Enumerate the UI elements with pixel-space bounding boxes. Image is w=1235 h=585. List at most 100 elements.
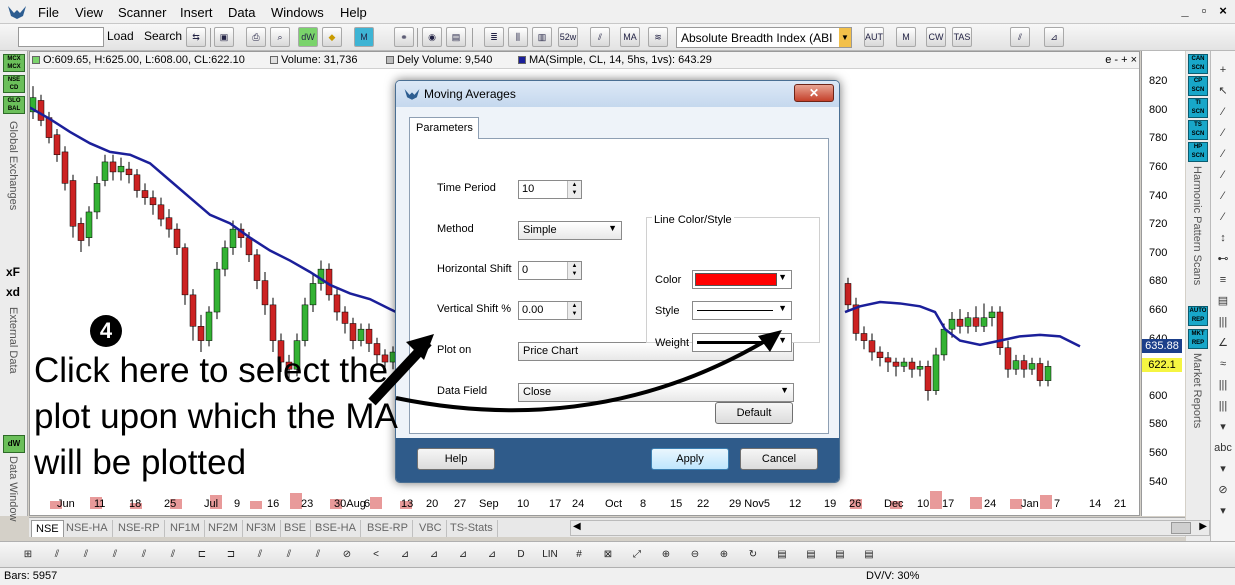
data-window-badge[interactable]: dW: [3, 435, 25, 453]
chevron-down-icon[interactable]: ▼: [778, 303, 787, 313]
spinner-arrows-icon[interactable]: ▲ ▼: [567, 262, 581, 279]
chevron-down-icon[interactable]: ▼: [839, 28, 851, 47]
tool-19-icon[interactable]: ▾: [1214, 460, 1232, 478]
tam-icon[interactable]: CW TAM: [926, 27, 946, 47]
scroll-left-icon[interactable]: ◀: [573, 521, 581, 532]
ts-scan-badge[interactable]: TS SCN: [1188, 120, 1208, 140]
tab-nse[interactable]: NSE: [31, 520, 64, 537]
menu-scanner[interactable]: Scanner: [118, 5, 166, 20]
horizontal-shift-spinner[interactable]: 0 ▲ ▼: [518, 261, 582, 280]
globe-icon[interactable]: ◉: [422, 27, 442, 47]
mcx-badge[interactable]: MCX MCX: [3, 54, 25, 72]
tool-16-icon[interactable]: |||: [1214, 397, 1232, 415]
price-axis[interactable]: 8208007807607407207006806606406206005805…: [1141, 51, 1185, 516]
search-button[interactable]: Search: [144, 29, 182, 43]
auto-report-badge[interactable]: AUTO REP: [1188, 306, 1208, 326]
drawing-tool-6-icon[interactable]: ⊏: [194, 547, 210, 563]
symbol-input[interactable]: [18, 27, 104, 47]
data-window-icon[interactable]: dW: [298, 27, 318, 47]
bar-chart-icon[interactable]: ≣: [484, 27, 504, 47]
spinner-arrows-icon[interactable]: ▲ ▼: [567, 181, 581, 198]
drawing-tool-10-icon[interactable]: ⫽: [310, 547, 326, 563]
tool-2-icon[interactable]: ⁄: [1214, 103, 1232, 121]
nse-cd-badge[interactable]: NSE CD: [3, 75, 25, 93]
drawing-tool-21-icon[interactable]: ⤢: [629, 547, 645, 563]
drawing-tool-22-icon[interactable]: ⊕: [658, 547, 674, 563]
xf-icon[interactable]: xF: [6, 265, 20, 279]
drawing-tool-15-icon[interactable]: ⊿: [455, 547, 471, 563]
global-exchanges-label[interactable]: Global Exchanges: [7, 121, 19, 210]
tab-bse-rp[interactable]: BSE-RP: [363, 520, 413, 537]
tool-3-icon[interactable]: ⁄: [1214, 124, 1232, 142]
menu-windows[interactable]: Windows: [271, 5, 324, 20]
print-icon[interactable]: ⎙: [246, 27, 266, 47]
tool-14-icon[interactable]: ≈: [1214, 355, 1232, 373]
load-button[interactable]: Load: [107, 29, 134, 43]
vertical-shift-spinner[interactable]: 0.00 ▲ ▼: [518, 301, 582, 320]
chart-zoom-controls[interactable]: e - + ×: [1105, 54, 1137, 66]
drawing-tool-18-icon[interactable]: LIN: [542, 547, 558, 563]
tab-vbc[interactable]: VBC: [415, 520, 447, 537]
drawing-tool-19-icon[interactable]: #: [571, 547, 587, 563]
drawing-tool-13-icon[interactable]: ⊿: [397, 547, 413, 563]
drawing-tool-2-icon[interactable]: ⫽: [78, 547, 94, 563]
volume-chart-icon[interactable]: ▥: [532, 27, 552, 47]
data-window-label[interactable]: Data Window: [7, 456, 19, 521]
drawing-tool-7-icon[interactable]: ⊐: [223, 547, 239, 563]
spinner-arrows-icon[interactable]: ▲ ▼: [567, 302, 581, 319]
pattern-icon[interactable]: ⊿: [1044, 27, 1064, 47]
hp-scan-badge[interactable]: HP SCN: [1188, 142, 1208, 162]
method-select[interactable]: Simple ▼: [518, 221, 622, 240]
help-button[interactable]: Help: [417, 448, 495, 470]
drawing-tool-3-icon[interactable]: ⫽: [107, 547, 123, 563]
tool-21-icon[interactable]: ▾: [1214, 502, 1232, 520]
scroll-right-icon[interactable]: ▶: [1199, 521, 1207, 532]
tab-ts-stats[interactable]: TS-Stats: [446, 520, 498, 537]
drawing-tool-20-icon[interactable]: ⊠: [600, 547, 616, 563]
close-window-button[interactable]: ×: [1215, 3, 1231, 18]
tab-nse-ha[interactable]: NSE-HA: [62, 520, 113, 537]
drawing-tool-0-icon[interactable]: ⊞: [20, 547, 36, 563]
time-period-spinner[interactable]: 10 ▲ ▼: [518, 180, 582, 199]
pivot-icon[interactable]: M PVT: [896, 27, 916, 47]
print-preview-icon[interactable]: ⌕: [270, 27, 290, 47]
trend-icon[interactable]: ⫽: [1010, 27, 1030, 47]
ti-scan-badge[interactable]: TI SCN: [1188, 98, 1208, 118]
style-select[interactable]: ▼: [692, 301, 792, 320]
weight-select[interactable]: ▼: [692, 333, 792, 352]
horizontal-scrollbar[interactable]: ◀ ▶: [570, 520, 1210, 536]
drawing-tool-12-icon[interactable]: <: [368, 547, 384, 563]
tool-12-icon[interactable]: |||: [1214, 313, 1232, 331]
connect-icon[interactable]: ⚭: [394, 27, 414, 47]
menu-help[interactable]: Help: [340, 5, 367, 20]
cancel-button[interactable]: Cancel: [740, 448, 818, 470]
auto-fibo-icon[interactable]: AUTO: [864, 27, 884, 47]
tool-11-icon[interactable]: ▤: [1214, 292, 1232, 310]
menu-data[interactable]: Data: [228, 5, 255, 20]
candle-chart-icon[interactable]: ⫼: [508, 27, 528, 47]
dialog-title-bar[interactable]: Moving Averages ✕: [396, 81, 839, 107]
drawing-tool-11-icon[interactable]: ⊘: [339, 547, 355, 563]
restore-button[interactable]: ▫: [1196, 3, 1212, 18]
chevron-down-icon[interactable]: ▼: [778, 272, 787, 282]
tab-nf2m[interactable]: NF2M: [204, 520, 243, 537]
xd-icon[interactable]: xd: [6, 285, 20, 299]
dialog-close-button[interactable]: ✕: [794, 84, 834, 102]
tool-17-icon[interactable]: ▾: [1214, 418, 1232, 436]
save-icon[interactable]: ▣: [214, 27, 234, 47]
date-axis[interactable]: Jun 11 18 25 Jul 9 16 23 30Aug 6 13 20 27 Sep 10 17 24 Oc…: [29, 494, 1140, 516]
drawing-tool-17-icon[interactable]: D: [513, 547, 529, 563]
tab-nse-rp[interactable]: NSE-RP: [114, 520, 165, 537]
menu-insert[interactable]: Insert: [180, 5, 213, 20]
tool-15-icon[interactable]: |||: [1214, 376, 1232, 394]
scroll-thumb[interactable]: [1171, 522, 1191, 534]
clipboard-icon[interactable]: ▤: [446, 27, 466, 47]
tool-9-icon[interactable]: ⊷: [1214, 250, 1232, 268]
menu-view[interactable]: View: [75, 5, 103, 20]
overlay-icon[interactable]: ≋: [648, 27, 668, 47]
chevron-down-icon[interactable]: ▼: [778, 335, 787, 345]
tab-bse-ha[interactable]: BSE-HA: [311, 520, 361, 537]
tab-bse[interactable]: BSE: [280, 520, 312, 537]
drawing-tool-23-icon[interactable]: ⊖: [687, 547, 703, 563]
drawing-tool-8-icon[interactable]: ⫽: [252, 547, 268, 563]
